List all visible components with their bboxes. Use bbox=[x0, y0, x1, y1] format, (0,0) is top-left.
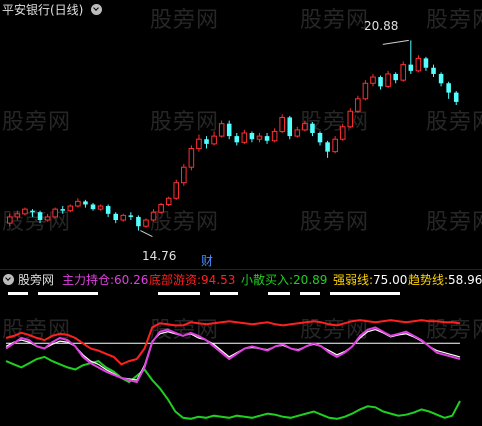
candle-body bbox=[158, 203, 164, 213]
candle-body bbox=[105, 206, 111, 214]
candle-body bbox=[438, 73, 444, 84]
candle-body bbox=[378, 77, 383, 87]
low-price-label: 14.76 bbox=[142, 249, 177, 263]
signal-bar bbox=[158, 292, 200, 295]
candle-body bbox=[264, 136, 270, 141]
candle-body bbox=[14, 213, 21, 218]
chart-title: 平安银行(日线) bbox=[2, 3, 84, 17]
candle-body bbox=[317, 133, 323, 143]
candle-body bbox=[83, 201, 88, 205]
indicator-chart bbox=[5, 292, 461, 420]
legend-bottom-hot-money: 底部游资:94.53 bbox=[149, 272, 235, 288]
candle-body bbox=[355, 98, 361, 112]
signal-bar bbox=[268, 292, 290, 295]
high-arrow bbox=[382, 39, 409, 45]
legend-label: 主力持仓: bbox=[62, 273, 115, 287]
candle-body bbox=[302, 123, 308, 131]
legend-value: 94.53 bbox=[201, 273, 236, 287]
candle-body bbox=[256, 135, 263, 140]
candle-body bbox=[453, 92, 459, 102]
candle-body bbox=[385, 73, 391, 87]
chevron-down-icon[interactable] bbox=[3, 274, 14, 285]
candle-body bbox=[196, 138, 202, 150]
candle-body bbox=[150, 211, 157, 221]
candle-body bbox=[431, 67, 436, 74]
candle-body bbox=[44, 216, 51, 221]
candle-body bbox=[128, 215, 134, 217]
candle-body bbox=[393, 73, 398, 81]
candle-body bbox=[408, 64, 414, 71]
legend-label: 趋势线: bbox=[408, 273, 449, 287]
legend-value: 58.96 bbox=[448, 273, 482, 287]
candle-body bbox=[287, 117, 293, 137]
candle-body bbox=[22, 208, 28, 215]
candle-body bbox=[211, 135, 217, 145]
candle-body bbox=[271, 130, 278, 142]
candle-body bbox=[120, 214, 127, 221]
legend-trend-line: 趋势线:58.96 bbox=[408, 272, 482, 288]
signal-bar bbox=[8, 292, 28, 295]
candle-body bbox=[90, 204, 96, 210]
legend-main-position: 主力持仓:60.26 bbox=[62, 272, 148, 288]
candle-body bbox=[173, 182, 180, 199]
signal-bar bbox=[38, 292, 98, 295]
legend-strength-line: 强弱线:75.00 bbox=[333, 272, 407, 288]
candle-body bbox=[67, 205, 74, 212]
candle-body bbox=[339, 126, 346, 140]
candle-body bbox=[347, 110, 354, 128]
signal-bar bbox=[210, 292, 238, 295]
candle-body bbox=[446, 83, 451, 93]
candle-body bbox=[97, 205, 104, 210]
candle-body bbox=[226, 123, 232, 137]
retail-buy-line bbox=[5, 355, 461, 420]
candle-body bbox=[362, 82, 369, 100]
signal-bar bbox=[300, 292, 320, 295]
candle-body bbox=[7, 216, 13, 224]
candle-body bbox=[30, 210, 35, 213]
candle-body bbox=[310, 123, 315, 133]
candle-body bbox=[241, 132, 248, 143]
candle-body bbox=[165, 197, 172, 205]
legend-label: 小散买入: bbox=[241, 273, 294, 287]
chevron-down-icon[interactable] bbox=[91, 4, 102, 15]
candle-body bbox=[400, 64, 407, 81]
candle-body bbox=[249, 133, 255, 140]
legend-retail-buy: 小散买入:20.89 bbox=[241, 272, 327, 288]
candle-body bbox=[204, 139, 209, 144]
candlestick-chart bbox=[7, 39, 459, 238]
candle-body bbox=[181, 166, 187, 184]
price-chart-panel[interactable]: 股旁网 股旁网 股旁网 股旁网 股旁网 股旁网 股旁网 股旁网 股旁网 股旁网 … bbox=[0, 0, 482, 268]
legend-value: 60.26 bbox=[114, 273, 149, 287]
cai-marker: 财 bbox=[201, 254, 214, 268]
candle-body bbox=[294, 129, 301, 137]
legend-value: 75.00 bbox=[373, 273, 408, 287]
candle-body bbox=[188, 148, 195, 168]
high-price-label: 20.88 bbox=[364, 19, 399, 33]
candle-body bbox=[279, 116, 285, 132]
candle-body bbox=[143, 219, 149, 227]
candle-body bbox=[423, 58, 429, 68]
candle-body bbox=[370, 76, 376, 84]
bottom-hot-money-line bbox=[5, 319, 461, 366]
candle-body bbox=[325, 142, 330, 152]
indicator-name: 股旁网 bbox=[18, 273, 55, 287]
candle-body bbox=[218, 123, 225, 137]
indicator-panel[interactable]: 股旁网 股旁网 股旁网 股旁网 股旁网 主力持仓:60.26 底部游资:94.5… bbox=[0, 270, 482, 426]
candle-body bbox=[75, 200, 81, 207]
signal-bar bbox=[330, 292, 400, 295]
candle-body bbox=[52, 208, 58, 218]
low-arrow bbox=[140, 230, 153, 238]
candle-body bbox=[332, 138, 338, 153]
candle-body bbox=[234, 136, 240, 143]
candle-body bbox=[136, 216, 141, 227]
legend-value: 20.89 bbox=[293, 273, 328, 287]
candle-body bbox=[113, 213, 118, 221]
candle-body bbox=[37, 212, 43, 221]
candle-body bbox=[415, 57, 422, 72]
candle-body bbox=[60, 209, 66, 211]
legend-label: 强弱线: bbox=[333, 273, 374, 287]
legend-label: 底部游资: bbox=[149, 273, 202, 287]
